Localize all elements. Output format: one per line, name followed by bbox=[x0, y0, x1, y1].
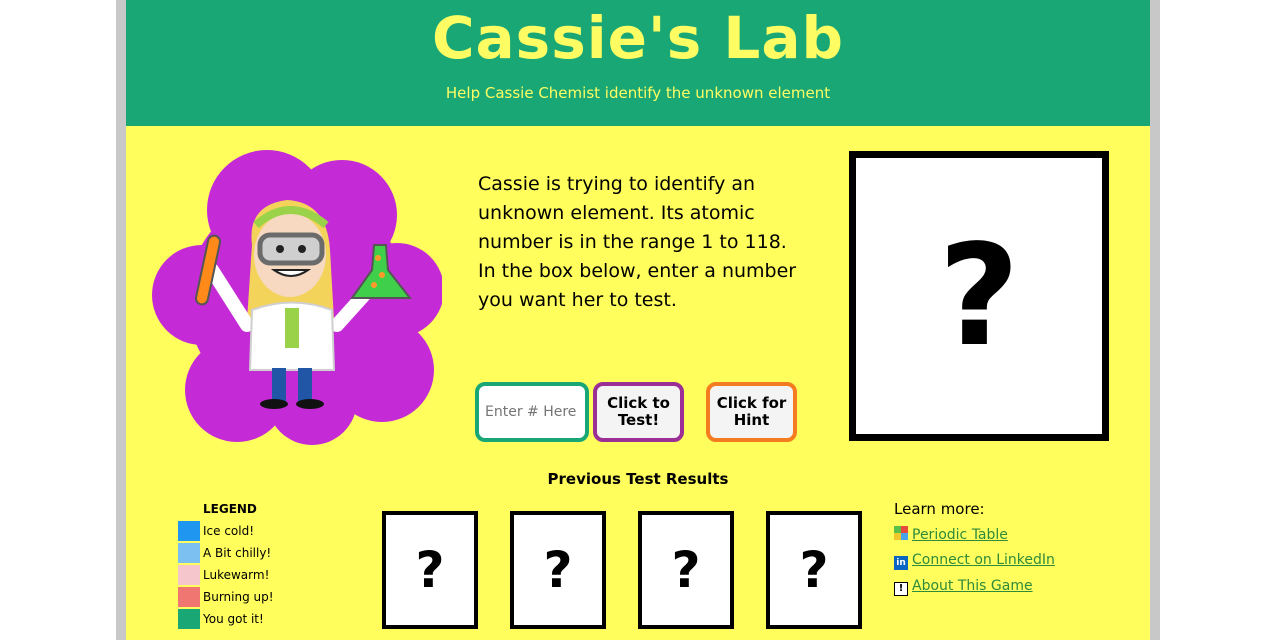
element-number-input[interactable] bbox=[475, 382, 589, 442]
periodic-table-icon bbox=[894, 526, 908, 540]
right-shoe bbox=[296, 399, 324, 409]
periodic-table-link-label: Periodic Table bbox=[912, 527, 1008, 543]
result-card-2: ? bbox=[510, 511, 606, 629]
legend-swatch-burning bbox=[178, 587, 200, 607]
about-link-label: About This Game bbox=[912, 578, 1033, 594]
legend-item: A Bit chilly! bbox=[178, 543, 338, 563]
periodic-table-link[interactable]: Periodic Table bbox=[894, 526, 1008, 546]
left-shoe bbox=[260, 399, 288, 409]
legend-label: A Bit chilly! bbox=[203, 546, 272, 560]
left-eye bbox=[276, 245, 284, 253]
legend-swatch-lukewarm bbox=[178, 565, 200, 585]
legend-label: Lukewarm! bbox=[203, 568, 270, 582]
result-card-4: ? bbox=[766, 511, 862, 629]
test-button[interactable]: Click to Test! bbox=[593, 382, 684, 442]
page-title: Cassie's Lab bbox=[431, 4, 845, 72]
about-link[interactable]: ! About This Game bbox=[894, 578, 1033, 598]
goggles bbox=[257, 232, 325, 266]
left-leg bbox=[272, 368, 286, 403]
right-leg bbox=[298, 368, 312, 403]
shirt bbox=[285, 308, 299, 348]
linkedin-link-label: Connect on LinkedIn bbox=[912, 552, 1055, 568]
legend-item: Burning up! bbox=[178, 587, 338, 607]
cassie-illustration bbox=[152, 150, 442, 445]
legend-label: You got it! bbox=[203, 612, 264, 626]
hint-button[interactable]: Click for Hint bbox=[706, 382, 797, 442]
right-eye bbox=[298, 245, 306, 253]
linkedin-link[interactable]: in Connect on LinkedIn bbox=[894, 552, 1055, 572]
legend-label: Ice cold! bbox=[203, 524, 255, 538]
previous-results-title: Previous Test Results bbox=[547, 470, 729, 488]
legend-swatch-ice-cold bbox=[178, 521, 200, 541]
game-page: Cassie's Lab Help Cassie Chemist identif… bbox=[126, 0, 1150, 640]
result-card-1: ? bbox=[382, 511, 478, 629]
instructions-text: Cassie is trying to identify an unknown … bbox=[478, 173, 797, 311]
learn-more-title: Learn more: bbox=[894, 500, 985, 518]
legend-swatch-chilly bbox=[178, 543, 200, 563]
header: Cassie's Lab Help Cassie Chemist identif… bbox=[126, 0, 1150, 126]
linkedin-icon: in bbox=[894, 556, 908, 570]
legend-item: You got it! bbox=[178, 609, 338, 629]
mystery-element-box: ? bbox=[849, 151, 1109, 441]
legend-title: LEGEND bbox=[203, 502, 257, 516]
legend-item: Ice cold! bbox=[178, 521, 338, 541]
legend-item: Lukewarm! bbox=[178, 565, 338, 585]
info-icon: ! bbox=[894, 582, 908, 596]
result-card-3: ? bbox=[638, 511, 734, 629]
legend-swatch-got-it bbox=[178, 609, 200, 629]
page-subtitle: Help Cassie Chemist identify the unknown… bbox=[445, 84, 831, 102]
legend-label: Burning up! bbox=[203, 590, 274, 604]
